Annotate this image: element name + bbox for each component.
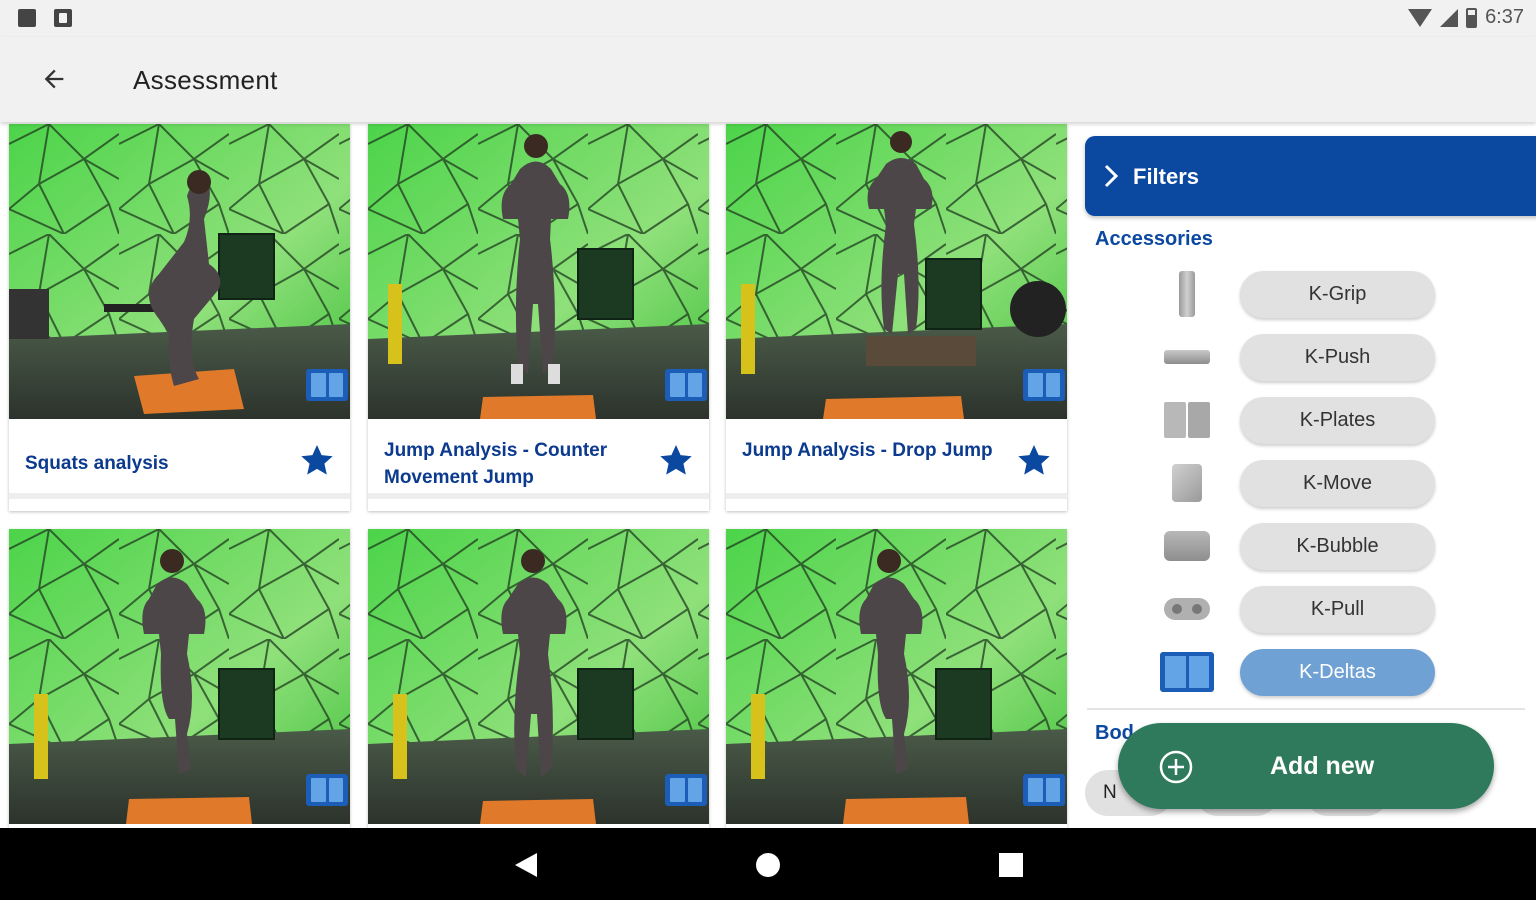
app-bar: Assessment	[0, 37, 1536, 122]
card-info: Jump Analysis - Drop Jump	[726, 419, 1067, 499]
status-time: 6:37	[1485, 6, 1524, 28]
status-bar: 6:37	[0, 0, 1536, 37]
filters-label: Filters	[1133, 164, 1200, 189]
nav-recents-icon	[999, 853, 1023, 877]
add-new-button[interactable]: Add new	[1118, 723, 1494, 809]
back-button[interactable]	[30, 59, 78, 99]
assessment-card-squats[interactable]: Squats analysis	[9, 124, 350, 511]
k-deltas-icon	[665, 774, 707, 806]
arrow-left-icon	[44, 69, 64, 89]
accessory-chip-k-bubble[interactable]: K-Bubble	[1240, 523, 1435, 570]
assessment-grid: Squats analysis Jump Analysis - Counter …	[0, 122, 1075, 828]
cell-signal-icon	[1440, 8, 1459, 27]
notification-sim-icon	[54, 9, 72, 27]
accessory-row-k-plates: K-Plates	[1075, 395, 1536, 447]
assessment-photo	[9, 529, 350, 824]
card-title: Jump Analysis - Drop Jump	[742, 440, 993, 461]
accessory-row-k-grip: K-Grip	[1075, 269, 1536, 321]
card-info: Squats analysis	[9, 419, 350, 499]
add-new-label: Add new	[1270, 752, 1375, 780]
k-push-icon	[1159, 332, 1215, 382]
accessories-title: Accessories	[1095, 228, 1213, 250]
nav-home-icon	[756, 853, 780, 877]
favorite-star-icon[interactable]	[657, 441, 695, 479]
page-title: Assessment	[133, 65, 278, 95]
k-deltas-icon	[1159, 647, 1215, 697]
accessory-chip-k-deltas[interactable]: K-Deltas	[1240, 649, 1435, 696]
k-move-icon	[1159, 458, 1215, 508]
card-info: Jump Analysis - Counter Movement Jump	[368, 419, 709, 499]
nav-back-icon	[515, 853, 537, 877]
nav-recents-button[interactable]	[994, 848, 1028, 882]
k-grip-icon	[1159, 269, 1215, 319]
system-nav-bar	[0, 828, 1536, 900]
accessory-row-k-deltas: K-Deltas	[1075, 647, 1536, 699]
assessment-photo	[368, 529, 709, 824]
assessment-card-drop-jump[interactable]: Jump Analysis - Drop Jump	[726, 124, 1067, 511]
accessory-row-k-pull: K-Pull	[1075, 584, 1536, 636]
k-deltas-icon	[665, 369, 707, 401]
assessment-photo	[368, 124, 709, 419]
k-deltas-icon	[1023, 369, 1065, 401]
k-pull-icon	[1159, 584, 1215, 634]
accessory-row-k-push: K-Push	[1075, 332, 1536, 384]
card-title: Jump Analysis - Counter Movement Jump	[384, 440, 608, 488]
nav-home-button[interactable]	[751, 848, 785, 882]
battery-icon	[1466, 7, 1478, 28]
accessory-chip-k-plates[interactable]: K-Plates	[1240, 397, 1435, 444]
section-divider	[1087, 708, 1525, 710]
wifi-icon	[1408, 8, 1433, 27]
card-title: Squats analysis	[25, 453, 169, 474]
k-bubble-icon	[1159, 521, 1215, 571]
add-circle-icon	[1159, 750, 1193, 784]
assessment-card[interactable]	[726, 529, 1067, 828]
accessory-chip-k-move[interactable]: K-Move	[1240, 460, 1435, 507]
k-deltas-icon	[306, 369, 348, 401]
k-deltas-icon	[1023, 774, 1065, 806]
favorite-star-icon[interactable]	[298, 441, 336, 479]
accessory-chip-k-pull[interactable]: K-Pull	[1240, 586, 1435, 633]
k-deltas-icon	[306, 774, 348, 806]
k-plates-icon	[1159, 395, 1215, 445]
assessment-card[interactable]	[9, 529, 350, 828]
filters-toggle[interactable]: Filters	[1085, 136, 1536, 216]
accessory-chip-k-push[interactable]: K-Push	[1240, 334, 1435, 381]
assessment-photo	[726, 529, 1067, 824]
assessment-card[interactable]	[368, 529, 709, 828]
assessment-photo	[726, 124, 1067, 419]
accessory-chip-k-grip[interactable]: K-Grip	[1240, 271, 1435, 318]
nav-back-button[interactable]	[509, 848, 543, 882]
assessment-card-cmj[interactable]: Jump Analysis - Counter Movement Jump	[368, 124, 709, 511]
chevron-right-icon	[1104, 164, 1119, 188]
notification-sd-icon	[18, 9, 36, 27]
assessment-photo	[9, 124, 350, 419]
accessory-row-k-bubble: K-Bubble	[1075, 521, 1536, 573]
favorite-star-icon[interactable]	[1015, 441, 1053, 479]
accessory-row-k-move: K-Move	[1075, 458, 1536, 510]
